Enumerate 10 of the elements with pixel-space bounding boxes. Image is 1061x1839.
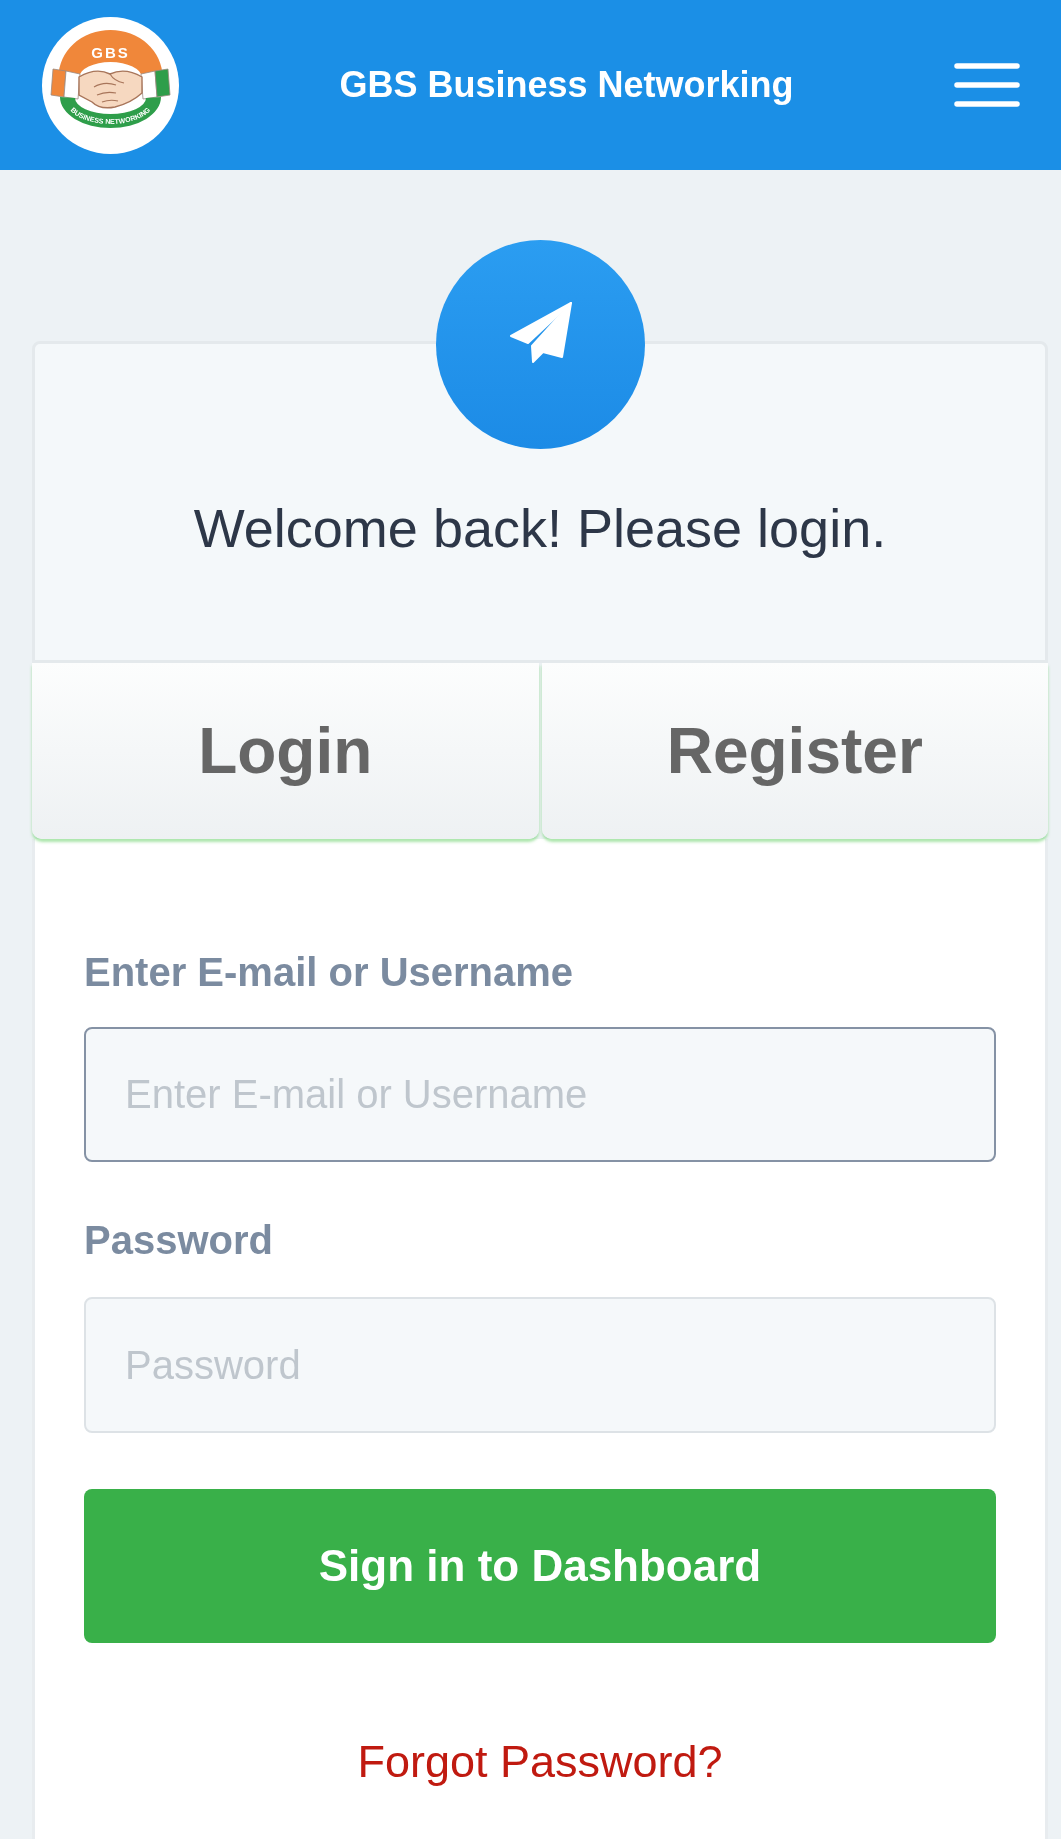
app-title: GBS Business Networking xyxy=(338,63,795,107)
menu-icon[interactable] xyxy=(954,63,1020,107)
tab[interactable]: Register xyxy=(541,663,1048,839)
logo-initials: GBS xyxy=(91,43,130,61)
welcome-message: Welcome back! Please login. xyxy=(193,497,887,560)
field-label: Password xyxy=(84,1217,274,1264)
tab[interactable]: Login xyxy=(32,663,539,839)
field-label: Enter E-mail or Username xyxy=(84,949,575,996)
sign-in-button[interactable]: Sign in to Dashboard xyxy=(84,1489,996,1643)
forgot-password-link[interactable]: Forgot Password? xyxy=(357,1736,723,1787)
